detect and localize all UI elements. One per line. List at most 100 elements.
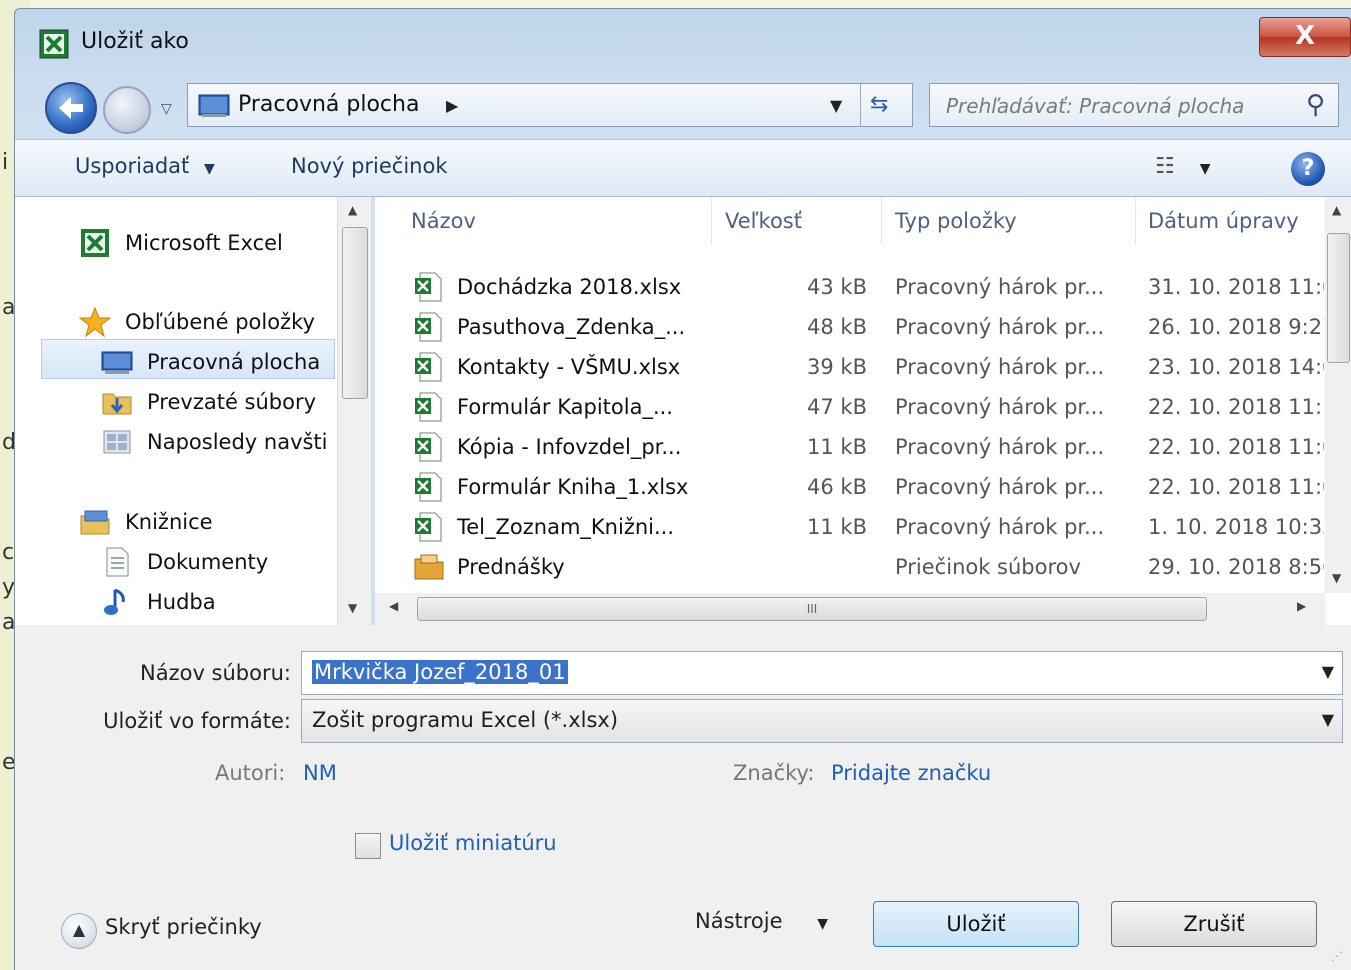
excel-file-icon: [415, 272, 442, 302]
search-input[interactable]: Prehľadávať: Pracovná plocha: [946, 94, 1244, 118]
file-date: 29. 10. 2018 8:56: [1148, 555, 1324, 579]
scroll-up-icon[interactable]: ▲: [1332, 203, 1341, 217]
file-date: 22. 10. 2018 11:0: [1148, 435, 1324, 459]
resize-grip-icon[interactable]: ⋰: [1331, 949, 1343, 963]
nav-item-label: Microsoft Excel: [125, 231, 283, 255]
column-separator[interactable]: [1135, 197, 1136, 245]
address-dropdown-icon[interactable]: ▼: [830, 96, 842, 115]
file-row[interactable]: Formulár Kapitola_... 47 kB Pracovný hár…: [375, 387, 1325, 427]
file-type: Pracovný hárok pr...: [895, 355, 1105, 379]
file-size: 11 kB: [807, 515, 867, 539]
file-name: Kontakty - VŠMU.xlsx: [457, 355, 681, 379]
scroll-down-icon[interactable]: ▼: [348, 601, 357, 615]
file-type: Pracovný hárok pr...: [895, 315, 1105, 339]
scroll-down-icon[interactable]: ▼: [1332, 571, 1341, 585]
column-header-type[interactable]: Typ položky: [895, 209, 1017, 257]
chevron-down-icon[interactable]: ▼: [1322, 662, 1334, 681]
new-folder-button[interactable]: Nový priečinok: [291, 154, 448, 178]
filename-value: Mrkvička Jozef_2018_01: [312, 660, 568, 684]
authors-value[interactable]: NM: [303, 761, 337, 785]
excel-icon: [39, 29, 69, 59]
desktop-icon: [101, 351, 133, 374]
column-header-name[interactable]: Názov: [411, 209, 476, 257]
help-icon[interactable]: ?: [1291, 152, 1325, 186]
back-button[interactable]: [45, 82, 97, 134]
file-row[interactable]: Tel_Zoznam_Knižni... 11 kB Pracovný háro…: [375, 507, 1325, 547]
column-separator[interactable]: [711, 197, 712, 245]
nav-item-label: Prevzaté súbory: [147, 390, 317, 414]
background-fragment: c: [2, 540, 15, 565]
file-type: Pracovný hárok pr...: [895, 435, 1105, 459]
file-type: Pracovný hárok pr...: [895, 515, 1105, 539]
file-row[interactable]: Dochádzka 2018.xlsx 43 kB Pracovný hárok…: [375, 267, 1325, 307]
command-toolbar: Usporiadať ▼ Nový priečinok ☷ ▼ ?: [15, 139, 1351, 197]
address-location[interactable]: Pracovná plocha: [238, 92, 419, 117]
back-arrow-icon: [59, 97, 83, 119]
downloads-folder-icon: [102, 393, 132, 415]
file-type: Priečinok súborov: [895, 555, 1081, 579]
file-name: Tel_Zoznam_Knižni...: [457, 515, 675, 539]
address-bar[interactable]: Pracovná plocha ▶ ▼ ⇆: [187, 83, 913, 127]
save-button[interactable]: Uložiť: [873, 901, 1079, 947]
breadcrumb-caret-icon[interactable]: ▶: [446, 96, 458, 115]
save-as-dialog: Uložiť ako X ▽ Pracovná plocha ▶ ▼ ⇆ Pre…: [14, 8, 1351, 970]
tools-button[interactable]: Nástroje ▼: [695, 909, 828, 933]
column-header-date[interactable]: Dátum úpravy: [1148, 209, 1299, 257]
file-row[interactable]: Kópia - Infovzdel_pr... 11 kB Pracovný h…: [375, 427, 1325, 467]
column-header-size[interactable]: Veľkosť: [725, 209, 802, 257]
cancel-button[interactable]: Zrušiť: [1111, 901, 1317, 947]
close-button[interactable]: X: [1259, 17, 1351, 57]
search-box[interactable]: Prehľadávať: Pracovná plocha ⚲: [929, 83, 1339, 127]
folder-icon: [414, 554, 444, 580]
file-row[interactable]: Formulár Kniha_1.xlsx 46 kB Pracovný hár…: [375, 467, 1325, 507]
scroll-right-icon[interactable]: ▶: [1297, 599, 1306, 613]
forward-button[interactable]: [103, 86, 151, 134]
column-separator[interactable]: [881, 197, 882, 245]
format-select[interactable]: Zošit programu Excel (*.xlsx) ▼: [301, 699, 1343, 743]
save-options-panel: Názov súboru: Mrkvička Jozef_2018_01 ▼ U…: [15, 625, 1351, 970]
nav-item-label: Dokumenty: [147, 550, 269, 574]
search-icon[interactable]: ⚲: [1306, 90, 1325, 120]
file-name: Kópia - Infovzdel_pr...: [457, 435, 682, 459]
nav-item-label: Naposledy navšti: [147, 430, 328, 454]
file-list-horizontal-scrollbar[interactable]: ◀ III ▶: [375, 593, 1325, 625]
organize-button[interactable]: Usporiadať ▼: [75, 154, 215, 178]
hide-folders-label[interactable]: Skryť priečinky: [105, 915, 262, 939]
scroll-left-icon[interactable]: ◀: [389, 599, 398, 613]
file-name: Formulár Kapitola_...: [457, 395, 673, 419]
file-name: Formulár Kniha_1.xlsx: [457, 475, 689, 499]
excel-file-icon: [415, 432, 442, 462]
filename-label: Názov súboru:: [140, 661, 291, 685]
nav-item-label: Obľúbené položky: [125, 310, 315, 334]
recent-pages-dropdown[interactable]: ▽: [161, 101, 172, 117]
change-view-button[interactable]: ☷ ▼: [1155, 154, 1211, 179]
refresh-icon[interactable]: ⇆: [870, 92, 888, 117]
file-row[interactable]: Prednášky Priečinok súborov 29. 10. 2018…: [375, 547, 1325, 587]
file-size: 48 kB: [807, 315, 867, 339]
scroll-up-icon[interactable]: ▲: [348, 203, 357, 217]
excel-icon: [81, 229, 109, 257]
file-type: Pracovný hárok pr...: [895, 395, 1105, 419]
file-type: Pracovný hárok pr...: [895, 475, 1105, 499]
save-thumbnail-label[interactable]: Uložiť miniatúru: [389, 831, 557, 855]
scrollbar-thumb[interactable]: III: [417, 597, 1207, 621]
file-list-vertical-scrollbar[interactable]: ▲ ▼: [1325, 197, 1351, 593]
file-date: 26. 10. 2018 9:27: [1148, 315, 1324, 339]
file-date: 23. 10. 2018 14:0: [1148, 355, 1324, 379]
excel-file-icon: [415, 512, 442, 542]
chevron-down-icon[interactable]: ▼: [1322, 710, 1334, 729]
file-row[interactable]: Kontakty - VŠMU.xlsx 39 kB Pracovný háro…: [375, 347, 1325, 387]
file-row[interactable]: Pasuthova_Zdenka_... 48 kB Pracovný háro…: [375, 307, 1325, 347]
filename-field[interactable]: Mrkvička Jozef_2018_01 ▼: [301, 651, 1343, 695]
filename-input[interactable]: Mrkvička Jozef_2018_01: [312, 660, 568, 684]
nav-pane-scrollbar[interactable]: ▲ ▼: [337, 197, 371, 625]
hide-folders-button[interactable]: ▲: [61, 913, 97, 949]
save-thumbnail-checkbox[interactable]: [355, 833, 381, 859]
tools-label: Nástroje: [695, 909, 783, 933]
chevron-up-icon: ▲: [72, 920, 86, 939]
add-tag-link[interactable]: Pridajte značku: [831, 761, 991, 785]
file-date: 31. 10. 2018 11:0: [1148, 275, 1324, 299]
scrollbar-thumb[interactable]: [342, 227, 368, 399]
file-size: 43 kB: [807, 275, 867, 299]
scrollbar-thumb[interactable]: [1327, 233, 1350, 363]
